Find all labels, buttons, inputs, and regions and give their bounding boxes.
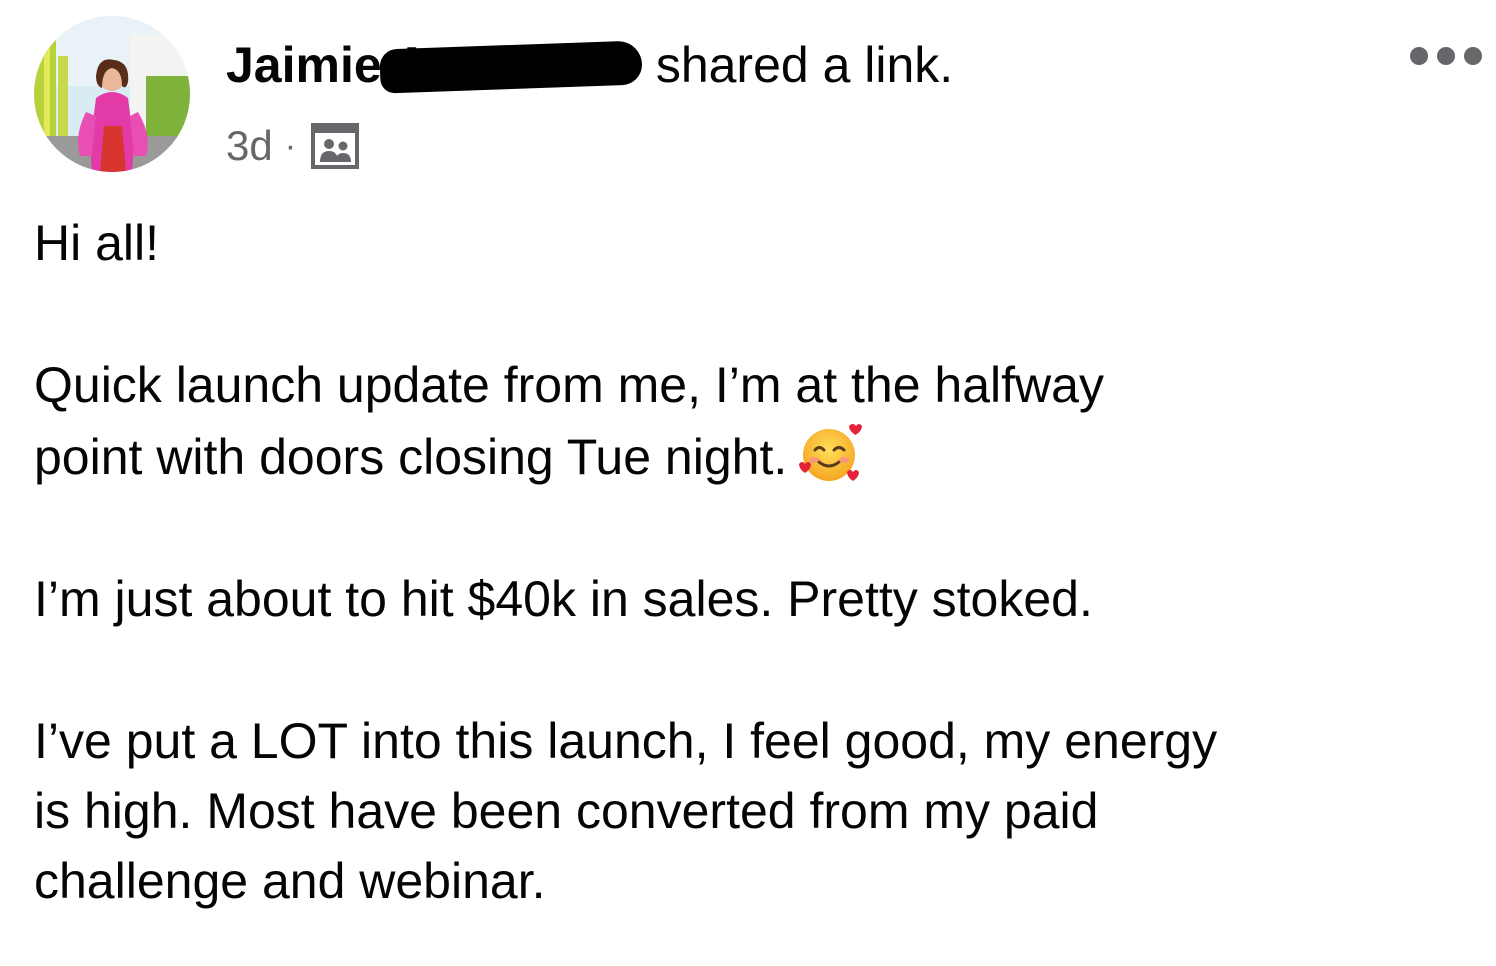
smiling-face-with-hearts-icon bbox=[797, 420, 863, 486]
redaction-mark bbox=[379, 40, 643, 94]
post-line: Quick launch update from me, I’m at the … bbox=[34, 357, 1104, 413]
post-body: Hi all! Quick launch update from me, I’m… bbox=[34, 208, 1474, 916]
post-action-text: shared a link. bbox=[655, 37, 954, 93]
post-line: I’m just about to hit $40k in sales. Pre… bbox=[34, 571, 1093, 627]
dot bbox=[1410, 47, 1428, 65]
post-paragraph: I’ve put a LOT into this launch, I feel … bbox=[34, 706, 1474, 916]
post-paragraph: I’m just about to hit $40k in sales. Pre… bbox=[34, 564, 1474, 634]
post-paragraph: Hi all! bbox=[34, 208, 1474, 278]
post-line: Hi all! bbox=[34, 215, 160, 271]
post-line-with-emoji: point with doors closing Tue night. bbox=[34, 420, 1474, 492]
post-timestamp[interactable]: 3d bbox=[226, 122, 273, 170]
dot bbox=[1464, 47, 1482, 65]
meta-separator: · bbox=[284, 126, 297, 165]
avatar-photo bbox=[34, 16, 190, 172]
post-paragraph: Quick launch update from me, I’m at the … bbox=[34, 350, 1474, 492]
group-icon[interactable] bbox=[310, 122, 360, 170]
more-options-icon[interactable] bbox=[1410, 36, 1482, 76]
feed-post: Jaimie A shared a link. 3d · Hi all! Qui… bbox=[0, 0, 1496, 966]
post-line: I’ve put a LOT into this launch, I feel … bbox=[34, 713, 1218, 769]
post-line: challenge and webinar. bbox=[34, 853, 546, 909]
post-header: Jaimie A shared a link. bbox=[226, 30, 953, 100]
author-avatar[interactable] bbox=[34, 16, 190, 172]
post-line-text: point with doors closing Tue night. bbox=[34, 429, 788, 485]
post-meta: 3d · bbox=[226, 118, 360, 174]
post-line: is high. Most have been converted from m… bbox=[34, 783, 1099, 839]
dot bbox=[1437, 47, 1455, 65]
